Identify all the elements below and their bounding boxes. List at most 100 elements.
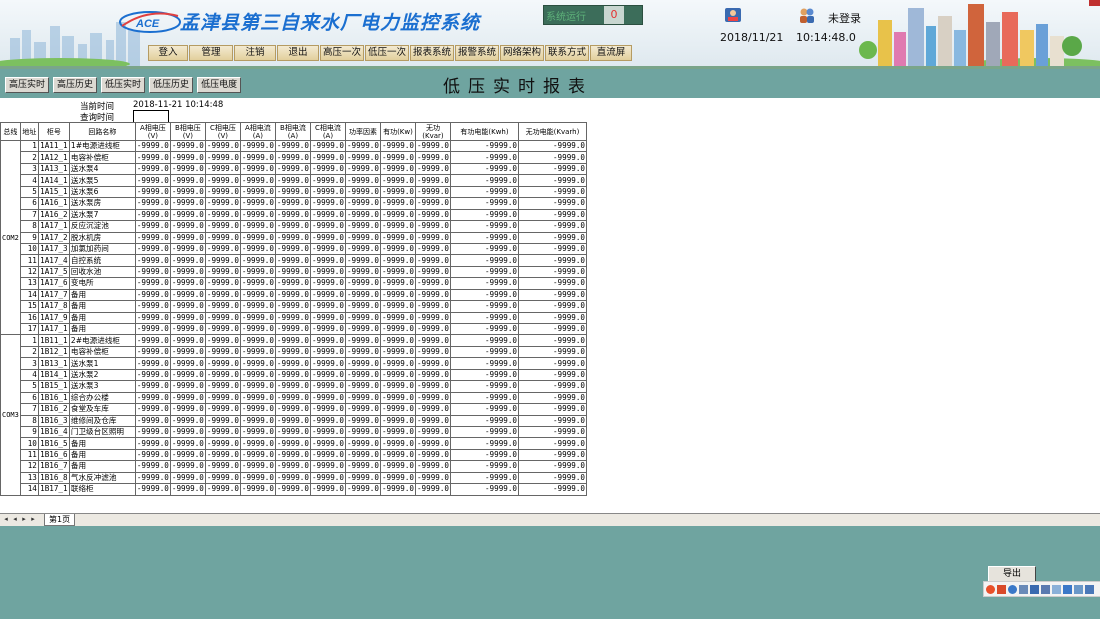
nav-exit[interactable]: 退出 (277, 45, 319, 61)
circuit-name-cell: 自控系统 (68, 254, 136, 267)
nav-hv-primary[interactable]: 高压一次 (320, 45, 364, 61)
nav-lv-primary[interactable]: 低压一次 (365, 45, 409, 61)
value-cell: -9999.0 (379, 448, 416, 462)
address-cell: 4 (19, 174, 39, 187)
value-cell: -9999.0 (169, 254, 206, 267)
wrench-icon[interactable] (1085, 584, 1094, 594)
value-cell: -9999.0 (414, 288, 452, 302)
first-sheet-icon[interactable]: ◂ (2, 515, 10, 524)
nav-alarm-system[interactable]: 报警系统 (455, 45, 499, 61)
circuit-name-cell: 送水泵2 (68, 368, 136, 382)
value-cell: -9999.0 (204, 300, 241, 313)
column-header: 有功电能(Kwh) (450, 122, 519, 141)
value-cell: -9999.0 (450, 288, 519, 302)
value-cell: -9999.0 (450, 391, 519, 405)
run-status-label: 系统运行 (546, 12, 586, 23)
value-cell: -9999.0 (309, 391, 346, 405)
users-icon[interactable] (798, 6, 816, 24)
value-cell: -9999.0 (450, 277, 519, 290)
skin-icon[interactable] (1052, 584, 1061, 594)
cabinet-cell: 1A15_1 (37, 185, 70, 199)
close-button[interactable] (1089, 0, 1100, 6)
nav-dc-panel[interactable]: 直流屏 (590, 45, 632, 61)
circuit-name-cell: 加氯加药间 (68, 242, 136, 256)
circuit-name-cell: 2#电源进线柜 (68, 334, 136, 347)
table-row: 4 1B14_1 送水泵2 -9999.0 -9999.0 -9999.0 -9999.0-… (1, 368, 587, 382)
column-header: B相电压(V) (169, 122, 206, 141)
value-cell: -9999.0 (344, 403, 381, 416)
table-row: 15 1A17_8 备用 -9999.0 -9999.0 -9999.0 -9999.0 -9… (1, 300, 587, 313)
value-cell: -9999.0 (379, 414, 416, 427)
cabinet-cell: 1A16_1 (37, 197, 70, 210)
hv-realtime-button[interactable]: 高压实时 (5, 77, 50, 93)
value-cell: -9999.0 (518, 380, 587, 393)
table-row: 9 1A17_2 脱水机房 -9999.0 -9999.0 -9999.0 -9999.0-… (1, 231, 587, 244)
nav-manage[interactable]: 管理 (189, 45, 233, 61)
value-cell: -9999.0 (344, 208, 381, 222)
keyboard-icon[interactable] (1041, 584, 1050, 594)
value-cell: -9999.0 (274, 403, 311, 416)
value-cell: -9999.0 (344, 460, 381, 473)
value-cell: -9999.0 (274, 425, 311, 439)
circuit-name-cell: 联络柜 (68, 483, 136, 496)
value-cell: -9999.0 (450, 425, 519, 439)
nav-login[interactable]: 登入 (148, 45, 188, 61)
value-cell: -9999.0 (379, 254, 416, 267)
cabinet-cell: 1B16_1 (37, 391, 70, 405)
value-cell: -9999.0 (414, 197, 452, 210)
value-cell: -9999.0 (518, 208, 587, 222)
table-row: 13 1A17_6 变电所 -9999.0 -9999.0 -9999.0 -9999.0-… (1, 277, 587, 290)
column-header: 无功(Kvar) (414, 122, 452, 141)
nav-contact[interactable]: 联系方式 (545, 45, 589, 61)
table-row: 2 1B12_1 电容补偿柜 -9999.0 -9999.0 -9999.0 -9999.0… (1, 345, 587, 359)
header-divider (0, 66, 1100, 69)
lv-history-button[interactable]: 低压历史 (149, 77, 194, 93)
shirt-icon[interactable] (1063, 584, 1072, 594)
value-cell: -9999.0 (239, 448, 276, 462)
lv-energy-button[interactable]: 低压电度 (197, 77, 242, 93)
circuit-name-cell: 送水泵4 (68, 162, 136, 176)
prev-sheet-icon[interactable]: ◂ (11, 515, 19, 524)
hv-history-button[interactable]: 高压历史 (53, 77, 98, 93)
value-cell: -9999.0 (169, 162, 206, 176)
address-cell: 1 (19, 334, 39, 347)
sogou-icon[interactable] (986, 584, 995, 594)
punctuation-icon[interactable] (1019, 584, 1028, 594)
value-cell: -9999.0 (379, 403, 416, 416)
nav-report-system[interactable]: 报表系统 (410, 45, 454, 61)
value-cell: -9999.0 (518, 174, 587, 187)
value-cell: -9999.0 (344, 231, 381, 244)
value-cell: -9999.0 (379, 425, 416, 439)
value-cell: -9999.0 (134, 220, 171, 233)
value-cell: -9999.0 (518, 448, 587, 462)
last-sheet-icon[interactable]: ▸ (29, 515, 37, 524)
column-header: 总线 (0, 122, 21, 141)
nav-logout[interactable]: 注销 (234, 45, 276, 61)
value-cell: -9999.0 (450, 357, 519, 370)
lv-realtime-table: 总线 地址 柜号 回路名称 A相电压(V) B相电压(V) C相电压(V) A相电流(A) B相… (0, 122, 587, 496)
grid-icon[interactable] (1074, 584, 1083, 594)
value-cell: -9999.0 (134, 139, 171, 153)
value-cell: -9999.0 (134, 277, 171, 290)
chinese-mode-icon[interactable] (997, 584, 1006, 594)
value-cell: -9999.0 (414, 357, 452, 370)
lv-realtime-button[interactable]: 低压实时 (101, 77, 146, 93)
sheet-tab-page1[interactable]: 第1页 (44, 514, 76, 526)
value-cell: -9999.0 (239, 357, 276, 370)
nav-network[interactable]: 网络架构 (500, 45, 544, 61)
value-cell: -9999.0 (379, 162, 416, 176)
value-cell: -9999.0 (274, 414, 311, 427)
value-cell: -9999.0 (274, 288, 311, 302)
next-sheet-icon[interactable]: ▸ (20, 515, 28, 524)
value-cell: -9999.0 (309, 265, 346, 279)
moon-icon[interactable] (1008, 584, 1017, 594)
value-cell: -9999.0 (134, 208, 171, 222)
ace-logo: ACE (119, 11, 181, 33)
export-button[interactable]: 导出 (988, 566, 1036, 582)
table-row: 14 1B17_1 联络柜 -9999.0 -9999.0 -9999.0 -9999.0-… (1, 483, 587, 496)
value-cell: -9999.0 (309, 288, 346, 302)
value-cell: -9999.0 (450, 414, 519, 427)
user-card-icon[interactable] (724, 6, 742, 24)
microphone-icon[interactable] (1030, 584, 1039, 594)
value-cell: -9999.0 (450, 300, 519, 313)
